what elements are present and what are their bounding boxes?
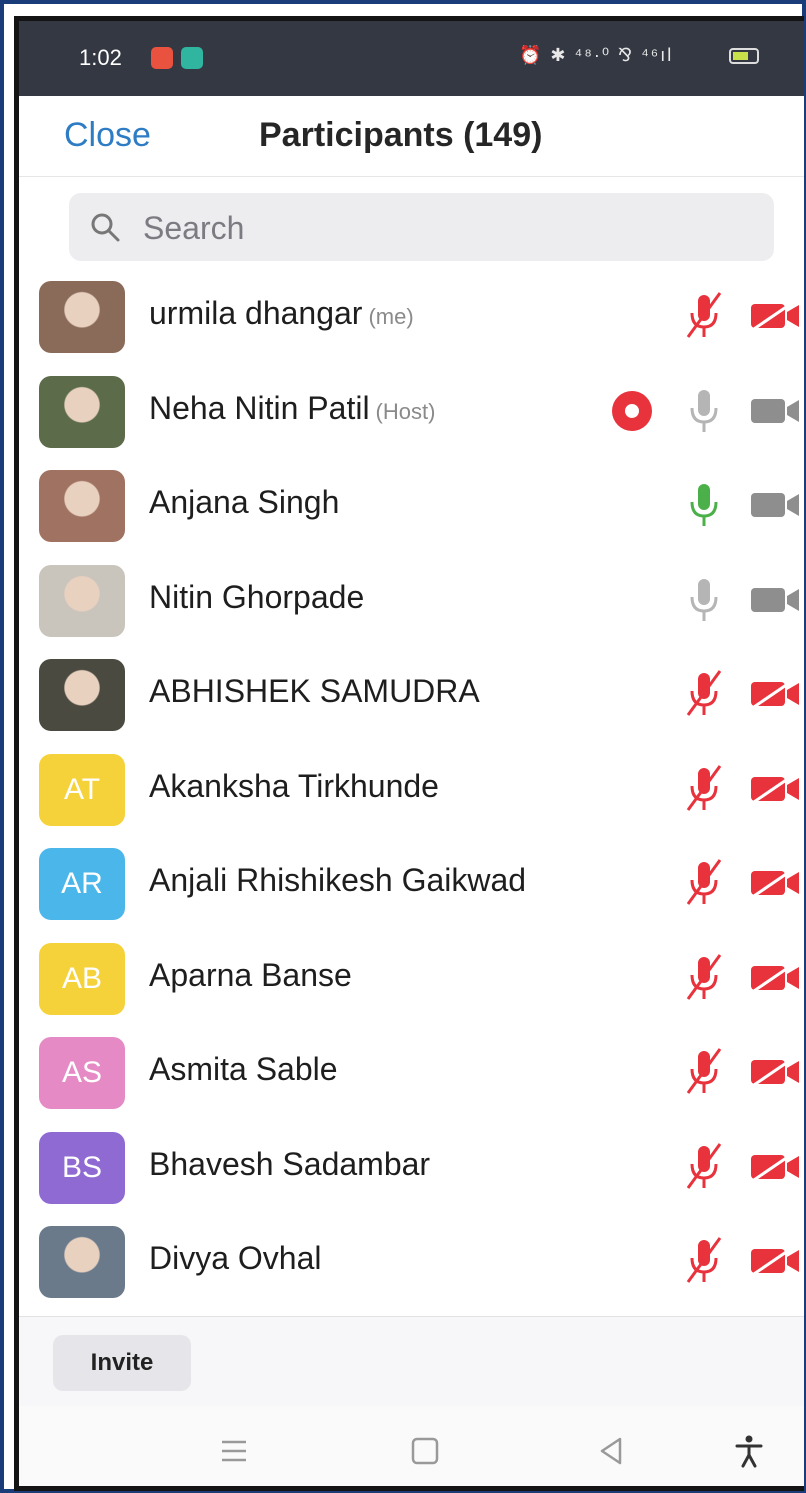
participant-row[interactable]: AB Aparna Banse xyxy=(19,931,804,1025)
back-icon[interactable] xyxy=(592,1434,632,1468)
participant-name-text: Neha Nitin Patil xyxy=(149,389,370,426)
avatar: AB xyxy=(39,942,125,1015)
participant-role-tag: (Host) xyxy=(375,398,436,424)
status-bar: 1:02 ⏰ ✱ ⁴⁸·⁰ ⅋ ⁴⁶ıl xyxy=(19,21,804,96)
mic-icon[interactable] xyxy=(684,575,724,625)
participant-name-text: Divya Ovhal xyxy=(149,1240,322,1276)
avatar xyxy=(39,564,125,637)
mic-icon[interactable] xyxy=(684,480,724,530)
participant-name-text: Nitin Ghorpade xyxy=(149,578,365,615)
participant-name: Asmita Sable xyxy=(149,1051,338,1088)
participant-name-text: ABHISHEK SAMUDRA xyxy=(149,673,480,709)
close-button[interactable]: Close xyxy=(64,116,151,155)
mic-muted-icon[interactable] xyxy=(684,764,724,814)
participant-name-text: Anjana Singh xyxy=(149,484,340,520)
avatar: AS xyxy=(39,1037,125,1109)
participant-name-text: urmila dhangar xyxy=(149,295,363,331)
search-icon xyxy=(91,213,120,242)
video-icon[interactable] xyxy=(747,394,803,428)
participant-row[interactable]: urmila dhangar (me) xyxy=(19,269,804,363)
status-time: 1:02 xyxy=(79,45,122,70)
search-bar[interactable] xyxy=(69,193,774,263)
home-icon[interactable] xyxy=(405,1434,445,1468)
video-off-icon[interactable] xyxy=(747,1244,803,1278)
avatar: BS xyxy=(39,1131,125,1204)
participant-name: Anjali Rhishikesh Gaikwad xyxy=(149,862,526,899)
avatar xyxy=(39,375,125,448)
mic-muted-icon[interactable] xyxy=(684,1047,724,1097)
recording-icon xyxy=(612,390,652,431)
system-nav-bar xyxy=(19,1406,804,1486)
participant-name: Aparna Banse xyxy=(149,957,352,994)
avatar xyxy=(39,281,125,353)
screenshot-frame: 1:02 ⏰ ✱ ⁴⁸·⁰ ⅋ ⁴⁶ıl Close Participants … xyxy=(0,0,806,1493)
video-icon[interactable] xyxy=(747,488,803,522)
participant-row[interactable]: Nitin Ghorpade xyxy=(19,553,804,647)
participant-name-text: Akanksha Tirkhunde xyxy=(149,767,439,804)
participant-name: Neha Nitin Patil (Host) xyxy=(149,390,435,427)
participant-row[interactable]: BS Bhavesh Sadambar xyxy=(19,1120,804,1214)
mic-icon[interactable] xyxy=(684,386,724,436)
mic-muted-icon[interactable] xyxy=(684,953,724,1003)
video-off-icon[interactable] xyxy=(747,1055,803,1089)
participant-name: Akanksha Tirkhunde xyxy=(149,768,439,805)
participants-header: Close Participants (149) xyxy=(19,96,804,177)
participant-name: ABHISHEK SAMUDRA xyxy=(149,673,480,710)
participant-name-text: Bhavesh Sadambar xyxy=(149,1145,431,1182)
notification-chat-icon xyxy=(181,47,203,69)
avatar xyxy=(39,1226,125,1298)
video-off-icon[interactable] xyxy=(747,866,803,900)
participant-row[interactable]: Anjana Singh xyxy=(19,458,804,552)
video-off-icon[interactable] xyxy=(747,299,803,333)
participant-name-text: Aparna Banse xyxy=(149,956,352,993)
participant-name-text: Anjali Rhishikesh Gaikwad xyxy=(149,862,527,898)
phone-screen: 1:02 ⏰ ✱ ⁴⁸·⁰ ⅋ ⁴⁶ıl Close Participants … xyxy=(14,16,804,1491)
participant-role-tag: (me) xyxy=(368,304,414,329)
participant-row[interactable]: AR Anjali Rhishikesh Gaikwad xyxy=(19,836,804,930)
participant-row[interactable]: AS Asmita Sable xyxy=(19,1025,804,1119)
bottom-bar: Invite xyxy=(19,1316,804,1407)
invite-button[interactable]: Invite xyxy=(53,1335,191,1391)
avatar: AR xyxy=(39,848,125,920)
video-off-icon[interactable] xyxy=(747,961,803,995)
mic-muted-icon[interactable] xyxy=(684,858,724,908)
avatar xyxy=(39,659,125,731)
mic-muted-icon[interactable] xyxy=(684,291,724,341)
page-title: Participants (149) xyxy=(259,116,543,154)
video-off-icon[interactable] xyxy=(747,1150,803,1184)
participant-name-text: Asmita Sable xyxy=(149,1051,338,1087)
avatar: AT xyxy=(39,753,125,826)
participant-row[interactable]: Neha Nitin Patil (Host) xyxy=(19,364,804,458)
mic-muted-icon[interactable] xyxy=(684,1142,724,1192)
participant-row[interactable]: AT Akanksha Tirkhunde xyxy=(19,742,804,836)
video-icon[interactable] xyxy=(747,583,803,617)
menu-icon[interactable] xyxy=(214,1434,254,1468)
avatar xyxy=(39,470,125,542)
participant-name: Anjana Singh xyxy=(149,484,339,521)
search-input[interactable] xyxy=(141,193,745,263)
participant-name: Divya Ovhal xyxy=(149,1240,322,1277)
video-off-icon[interactable] xyxy=(747,772,803,806)
video-off-icon[interactable] xyxy=(747,677,803,711)
participant-name: Nitin Ghorpade xyxy=(149,579,364,616)
participant-name: Bhavesh Sadambar xyxy=(149,1146,430,1183)
participant-name: urmila dhangar (me) xyxy=(149,295,414,332)
notification-app-icon xyxy=(151,47,173,69)
participant-row[interactable]: ABHISHEK SAMUDRA xyxy=(19,647,804,741)
accessibility-icon[interactable] xyxy=(729,1434,769,1468)
mic-muted-icon[interactable] xyxy=(684,1236,724,1286)
battery-icon xyxy=(729,48,759,64)
participant-row[interactable]: Divya Ovhal xyxy=(19,1214,804,1308)
status-indicators: ⏰ ✱ ⁴⁸·⁰ ⅋ ⁴⁶ıl xyxy=(519,45,674,65)
mic-muted-icon[interactable] xyxy=(684,669,724,719)
